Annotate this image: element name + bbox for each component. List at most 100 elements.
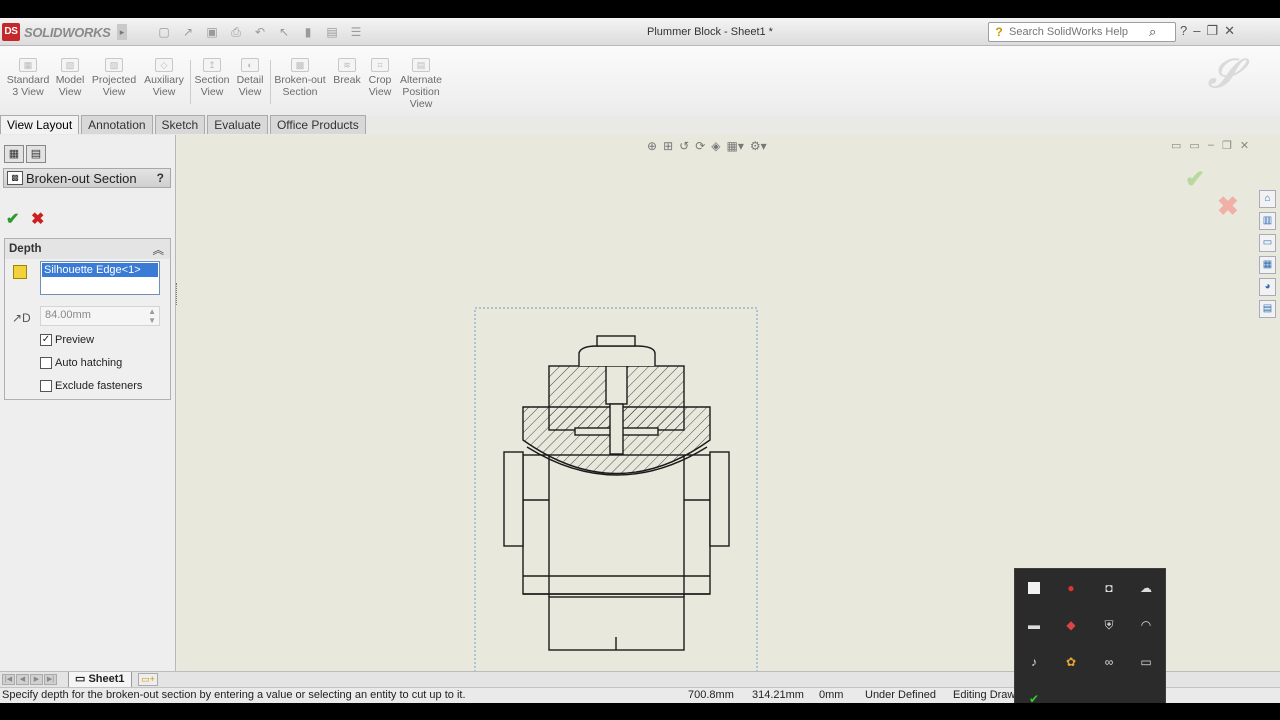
tray-wifi-icon[interactable]: ◠ [1137,616,1155,634]
previous-sheet-icon[interactable]: ◀ [16,674,29,685]
quick-access-toolbar: ▢ ↗ ▣ ⎙ ↶ ↖ ▮ ▤ ☰ [155,24,365,40]
feature-manager-tab-icon[interactable]: ▦ [4,145,24,163]
undo-icon[interactable]: ↶ [251,24,269,40]
tab-evaluate[interactable]: Evaluate [207,115,268,134]
options-icon[interactable]: ☰ [347,24,365,40]
tab-view-layout[interactable]: View Layout [0,115,80,134]
model-view-icon: ▧ [61,58,79,72]
left-lug [503,451,524,547]
status-z: 0mm [819,689,844,701]
alternate-position-view-icon: ▤ [412,58,430,72]
sheet-tab[interactable]: ▭ Sheet1 [68,672,132,688]
tray-record-icon[interactable]: ● [1062,579,1080,597]
depth-reference-icon [13,265,27,279]
add-sheet-icon[interactable]: ▭+ [138,673,158,686]
auxiliary-view-button[interactable]: ◇ Auxiliary View [142,58,186,98]
projected-view-button[interactable]: ▨ Projected View [90,58,138,98]
status-message: Specify depth for the broken-out section… [2,689,466,701]
exclude-fasteners-checkbox[interactable]: Exclude fasteners [40,380,142,392]
preview-checkbox[interactable]: ✓ Preview [40,334,94,346]
depth-reference-selection-box[interactable]: Silhouette Edge<1> [40,261,160,295]
tray-app-icon[interactable]: ◘ [1100,579,1118,597]
status-mode: Editing Draw [953,689,1016,701]
tray-link-icon[interactable]: ∞ [1100,653,1118,671]
status-y: 314.21mm [752,689,804,701]
sheet-navigation: |◀ ◀ ▶ ▶| [2,674,57,685]
property-manager-tab-icon[interactable]: ▤ [26,145,46,163]
auxiliary-view-icon: ◇ [155,58,173,72]
last-sheet-icon[interactable]: ▶| [44,674,57,685]
tray-shield-icon[interactable]: ⛨ [1100,616,1118,634]
tray-color-icon[interactable]: ✿ [1062,653,1080,671]
auto-hatching-checkbox-box[interactable] [40,357,52,369]
broken-out-section-icon: ▩ [7,171,23,185]
break-button[interactable]: ≋ Break [331,58,363,86]
tray-volume-icon[interactable]: ♪ [1025,653,1043,671]
search-input[interactable] [1009,26,1149,38]
depth-spinner-icon[interactable]: ▲ ▼ [148,307,156,325]
minimize-icon[interactable]: – [1193,23,1200,39]
ok-button[interactable]: ✔ [6,209,19,229]
restore-icon[interactable]: ❐ [1206,23,1218,39]
break-icon: ≋ [338,58,356,72]
model-view-button[interactable]: ▧ Model View [54,58,86,98]
window-controls: ? – ❐ ✕ [1180,23,1235,39]
first-sheet-icon[interactable]: |◀ [2,674,15,685]
command-separator [190,60,191,104]
preview-checkbox-box[interactable]: ✓ [40,334,52,346]
depth-group: Depth ︽ Silhouette Edge<1> ↗D 84.00mm ▲ ▼… [4,238,171,400]
system-tray-popup: ● ◘ ☁ ▬ ◆ ⛨ ◠ ♪ ✿ ∞ ▭ ✔ [1014,568,1166,703]
tray-antivirus-icon[interactable]: ◆ [1062,616,1080,634]
auto-hatching-checkbox[interactable]: Auto hatching [40,357,122,369]
help-icon[interactable]: ? [1180,23,1187,39]
broken-out-section-button[interactable]: ▩ Broken-out Section [274,58,326,98]
alternate-position-view-button[interactable]: ▤ Alternate Position View [398,58,444,110]
panel-tabs: ▦ ▤ [4,145,46,163]
standard-3-view-button[interactable]: ▦ Standard 3 View [6,58,50,98]
command-manager-tabs: View Layout Annotation Sketch Evaluate O… [0,115,1280,135]
help-question-icon: ? [995,25,1003,39]
solidworks-window: DS SOLIDWORKS ▸ ▢ ↗ ▣ ⎙ ↶ ↖ ▮ ▤ ☰ Plummer… [0,18,1280,703]
rebuild-icon[interactable]: ▮ [299,24,317,40]
solidworks-logo[interactable]: DS SOLIDWORKS [2,22,111,42]
property-manager-panel: ▦ ▤ ▩ Broken-out Section ? ✔ ✖ Depth ︽ S… [0,135,176,671]
ds-logo-icon: DS [2,23,20,41]
search-help-box[interactable]: ? ⌕ [988,22,1176,42]
command-manager: ▦ Standard 3 View ▧ Model View ▨ Projected Vie… [0,46,1280,116]
nut-top [578,345,656,366]
tab-office-products[interactable]: Office Products [269,115,366,134]
property-manager-header: ▩ Broken-out Section ? [3,168,171,188]
next-sheet-icon[interactable]: ▶ [30,674,43,685]
new-document-icon[interactable]: ▢ [155,24,173,40]
tray-battery-icon[interactable]: ▬ [1025,616,1043,634]
tray-stop-icon[interactable] [1028,582,1040,594]
nut-cap [596,335,636,347]
selected-entity[interactable]: Silhouette Edge<1> [42,263,158,277]
section-view-button[interactable]: ↥ Section View [194,58,230,98]
tab-annotation[interactable]: Annotation [81,115,153,134]
help-button[interactable]: ? [157,171,164,185]
cancel-button[interactable]: ✖ [31,209,44,229]
crop-view-button[interactable]: ⌗ Crop View [366,58,394,98]
exclude-fasteners-checkbox-box[interactable] [40,380,52,392]
depth-value-field[interactable]: 84.00mm ▲ ▼ [40,306,160,326]
select-icon[interactable]: ↖ [275,24,293,40]
tray-cloud-icon[interactable]: ☁ [1137,579,1155,597]
sheet-icon: ▭ [75,673,89,685]
print-icon[interactable]: ⎙ [227,24,245,40]
broken-out-section-icon: ▩ [291,58,309,72]
file-properties-icon[interactable]: ▤ [323,24,341,40]
close-icon[interactable]: ✕ [1224,23,1235,39]
right-lug [709,451,730,547]
collapse-chevron-icon[interactable]: ︽ [153,241,165,261]
tab-sketch[interactable]: Sketch [154,115,206,134]
open-document-icon[interactable]: ↗ [179,24,197,40]
tray-display-icon[interactable]: ▭ [1137,653,1155,671]
detail-view-button[interactable]: ◐ Detail View [234,58,266,98]
menu-flyout-arrow-icon[interactable]: ▸ [117,24,127,40]
tray-check-icon[interactable]: ✔ [1025,690,1043,703]
search-icon[interactable]: ⌕ [1149,24,1165,40]
save-icon[interactable]: ▣ [203,24,221,40]
status-x: 700.8mm [688,689,734,701]
depth-group-header[interactable]: Depth ︽ [5,239,170,259]
